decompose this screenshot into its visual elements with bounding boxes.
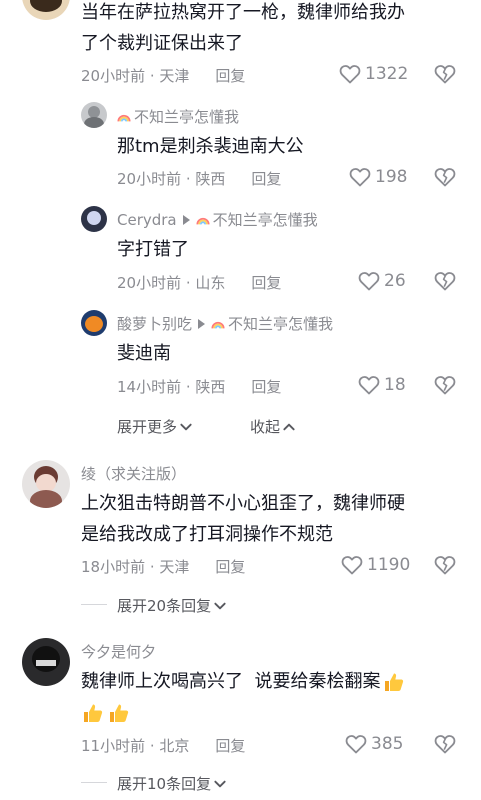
comment-text-line: 上次狙击特朗普不小心狙歪了，魏律师硬	[81, 493, 405, 514]
thumbs-up-emoji	[107, 701, 131, 725]
comment-text-line: 当年在萨拉热窝开了一枪，魏律师给我办	[81, 2, 405, 23]
heart-icon	[348, 165, 372, 189]
divider	[81, 604, 107, 605]
reply-meta: 20小时前 · 山东 回复	[117, 272, 281, 293]
expand-replies-button[interactable]: 展开20条回复	[117, 595, 227, 616]
like-button[interactable]: 1322	[338, 62, 408, 86]
reply-author[interactable]: 酸萝卜别吃 不知兰亭怎懂我	[117, 313, 333, 334]
heart-icon	[340, 553, 364, 577]
expand-replies-label: 展开20条回复	[117, 597, 212, 615]
like-count: 18	[384, 375, 406, 395]
broken-heart-icon[interactable]	[433, 269, 457, 293]
time-location: 11小时前 · 北京	[81, 737, 190, 755]
reply-to-name: 不知兰亭怎懂我	[212, 211, 318, 229]
expand-replies-button[interactable]: 展开10条回复	[117, 773, 227, 794]
comment-author[interactable]: 今夕是何夕	[81, 641, 156, 662]
comment-text: 当年在萨拉热窝开了一枪，魏律师给我办 了个裁判证保出来了	[81, 0, 405, 59]
thumbs-up-emoji	[81, 701, 105, 725]
reply-button[interactable]: 回复	[251, 376, 281, 397]
author-name: 酸萝卜别吃	[117, 315, 193, 333]
reply-to-name: 不知兰亭怎懂我	[228, 315, 334, 333]
heart-icon	[344, 732, 368, 756]
reply-author[interactable]: Cerydra 不知兰亭怎懂我	[117, 209, 318, 230]
like-count: 1322	[365, 64, 409, 84]
expand-more-button[interactable]: 展开更多	[117, 416, 193, 437]
avatar[interactable]	[81, 206, 107, 232]
reply-arrow-icon	[182, 214, 190, 225]
avatar[interactable]	[22, 0, 70, 20]
avatar[interactable]	[22, 460, 70, 508]
divider	[81, 782, 107, 783]
reply-button[interactable]: 回复	[215, 556, 245, 577]
comment-meta: 20小时前 · 天津 回复	[81, 65, 245, 86]
like-count: 385	[371, 734, 404, 754]
comment-meta: 11小时前 · 北京 回复	[81, 735, 245, 756]
comment-text-line: 是给我改成了打耳洞操作不规范	[81, 524, 333, 545]
collapse-button[interactable]: 收起	[250, 416, 296, 437]
author-name: 今夕是何夕	[81, 643, 157, 661]
reply-text: 字打错了	[117, 239, 189, 260]
like-count: 26	[384, 271, 406, 291]
comment-meta: 18小时前 · 天津 回复	[81, 556, 245, 577]
comment-text: 上次狙击特朗普不小心狙歪了，魏律师硬 是给我改成了打耳洞操作不规范	[81, 488, 405, 550]
broken-heart-icon[interactable]	[433, 62, 457, 86]
expand-replies-label: 展开10条回复	[117, 775, 212, 793]
reply-text: 斐迪南	[117, 343, 171, 364]
author-name: Cerydra	[117, 210, 177, 229]
heart-icon	[338, 62, 362, 86]
broken-heart-icon[interactable]	[433, 732, 457, 756]
reply-arrow-icon	[198, 318, 206, 329]
comment-text-line: 了个裁判证保出来了	[81, 33, 243, 54]
heart-icon	[357, 269, 381, 293]
chevron-down-icon	[179, 420, 193, 434]
like-button[interactable]: 385	[344, 732, 403, 756]
rainbow-icon	[196, 213, 210, 227]
time-location: 18小时前 · 天津	[81, 558, 190, 576]
author-name: 绫（求关注版）	[81, 465, 187, 483]
author-name: 不知兰亭怎懂我	[134, 108, 240, 126]
reply-meta: 14小时前 · 陕西 回复	[117, 376, 281, 397]
chevron-down-icon	[213, 777, 227, 791]
comment-text: 魏律师上次喝高兴了 说要给秦桧翻案	[81, 666, 406, 728]
broken-heart-icon[interactable]	[433, 373, 457, 397]
time-location: 20小时前 · 山东	[117, 274, 226, 292]
rainbow-icon	[211, 317, 225, 331]
broken-heart-icon[interactable]	[433, 165, 457, 189]
avatar[interactable]	[81, 102, 107, 128]
reply-meta: 20小时前 · 陕西 回复	[117, 168, 281, 189]
like-button[interactable]: 18	[357, 373, 406, 397]
like-count: 1190	[367, 555, 411, 575]
reply-button[interactable]: 回复	[215, 735, 245, 756]
expand-more-label: 展开更多	[117, 418, 178, 436]
rainbow-icon	[117, 110, 131, 124]
collapse-label: 收起	[250, 418, 281, 436]
avatar[interactable]	[22, 638, 70, 686]
avatar[interactable]	[81, 310, 107, 336]
like-count: 198	[375, 167, 408, 187]
like-button[interactable]: 26	[357, 269, 406, 293]
reply-button[interactable]: 回复	[251, 272, 281, 293]
time-location: 20小时前 · 陕西	[117, 170, 226, 188]
like-button[interactable]: 198	[348, 165, 407, 189]
reply-author[interactable]: 不知兰亭怎懂我	[117, 106, 239, 127]
chevron-up-icon	[282, 420, 296, 434]
comment-author[interactable]: 绫（求关注版）	[81, 463, 186, 484]
time-location: 20小时前 · 天津	[81, 67, 190, 85]
chevron-down-icon	[213, 599, 227, 613]
broken-heart-icon[interactable]	[433, 553, 457, 577]
comment-text-line: 魏律师上次喝高兴了 说要给秦桧翻案	[81, 671, 381, 692]
like-button[interactable]: 1190	[340, 553, 410, 577]
time-location: 14小时前 · 陕西	[117, 378, 226, 396]
reply-button[interactable]: 回复	[215, 65, 245, 86]
thumbs-up-emoji	[382, 670, 406, 694]
reply-text: 那tm是刺杀裴迪南大公	[117, 136, 304, 157]
reply-button[interactable]: 回复	[251, 168, 281, 189]
heart-icon	[357, 373, 381, 397]
